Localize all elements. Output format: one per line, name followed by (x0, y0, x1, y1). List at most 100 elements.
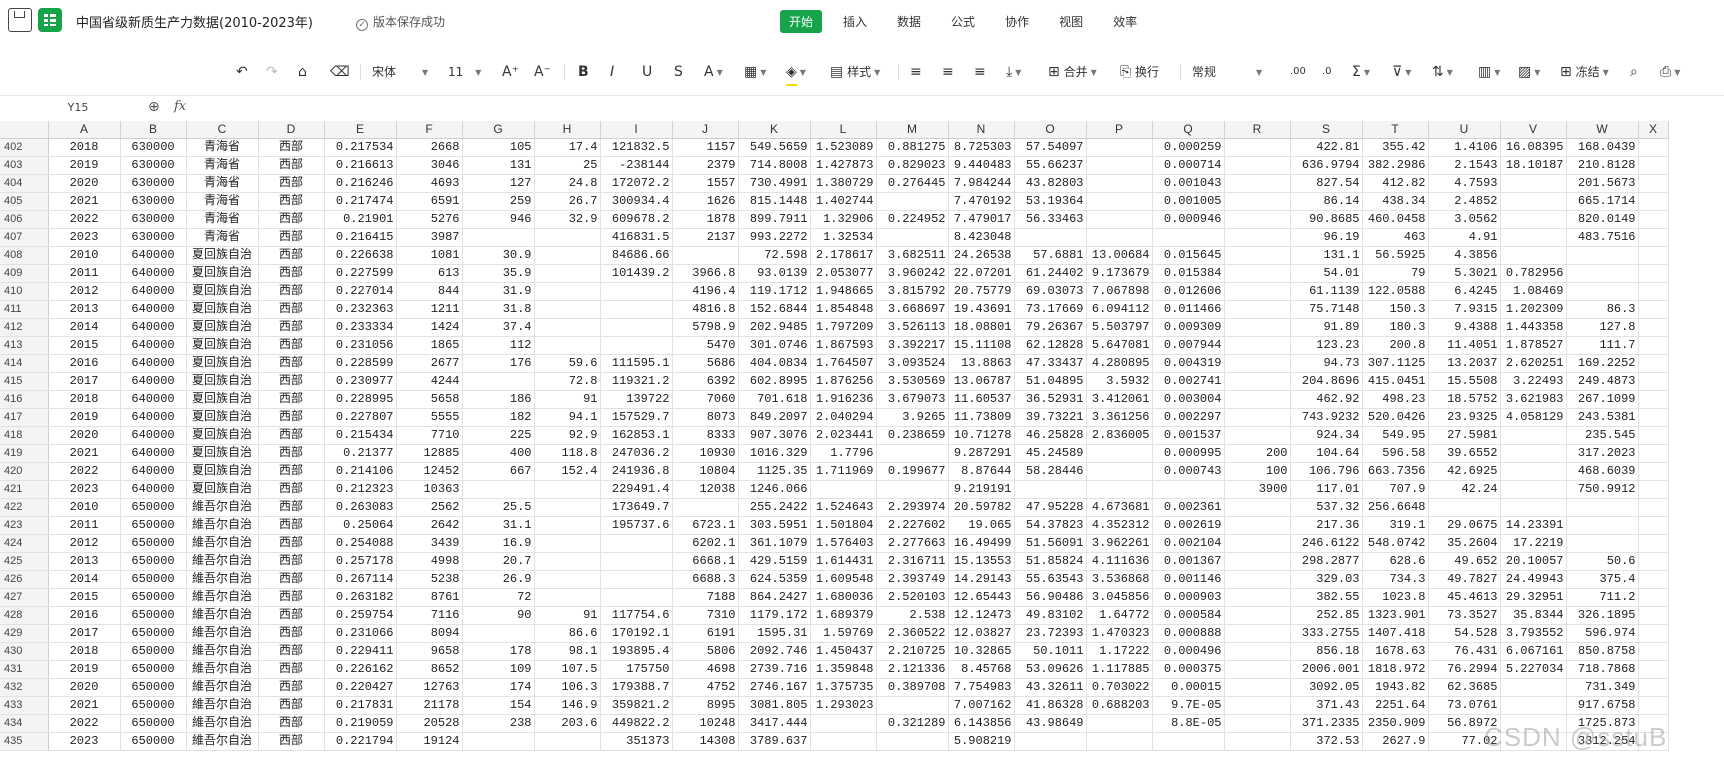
grid-cell[interactable]: 4.280895 (1086, 354, 1153, 373)
grid-cell[interactable]: 55.66237 (1014, 156, 1087, 175)
grid-cell[interactable]: 667 (462, 462, 535, 481)
grid-cell[interactable]: 7.9315 (1428, 300, 1501, 319)
grid-cell[interactable]: 7188 (672, 588, 739, 607)
grid-cell[interactable]: 899.7911 (738, 210, 811, 229)
grid-cell[interactable] (534, 480, 601, 499)
grid-cell[interactable]: 0.214106 (324, 462, 397, 481)
grid-cell[interactable]: 3.536868 (1086, 570, 1153, 589)
column-header[interactable]: A (48, 121, 121, 139)
grid-cell[interactable] (534, 570, 601, 589)
grid-cell[interactable] (876, 444, 949, 463)
grid-cell[interactable]: 640000 (120, 480, 187, 499)
column-header[interactable]: H (534, 121, 601, 139)
grid-cell[interactable]: 18.5752 (1428, 390, 1501, 409)
grid-cell[interactable]: 維吾尔自治 (186, 660, 259, 679)
format-painter-icon[interactable]: ⌂ (298, 60, 307, 84)
grid-cell[interactable] (600, 300, 673, 319)
grid-cell[interactable]: 16.49499 (948, 534, 1015, 553)
grid-cell[interactable]: 255.2422 (738, 498, 811, 517)
grid-cell[interactable]: 西部 (258, 228, 325, 247)
row-header[interactable]: 415 (0, 372, 49, 391)
grid-cell[interactable]: 640000 (120, 264, 187, 283)
redo-icon[interactable]: ↷ (266, 60, 278, 84)
grid-cell[interactable]: 5.647081 (1086, 336, 1153, 355)
grid-cell[interactable] (462, 624, 535, 643)
grid-cell[interactable]: 0.00015 (1152, 678, 1225, 697)
column-header[interactable]: V (1500, 121, 1567, 139)
grid-cell[interactable]: 2019 (48, 156, 121, 175)
grid-cell[interactable]: 609678.2 (600, 210, 673, 229)
row-header[interactable]: 408 (0, 246, 49, 265)
grid-cell[interactable]: 0.000888 (1152, 624, 1225, 643)
grid-cell[interactable]: 1.59769 (810, 624, 877, 643)
grid-cell[interactable]: 2.277663 (876, 534, 949, 553)
grid-cell[interactable]: 2016 (48, 354, 121, 373)
grid-cell[interactable]: 8073 (672, 408, 739, 427)
grid-cell[interactable]: 416831.5 (600, 228, 673, 247)
grid-cell[interactable]: 0.688203 (1086, 696, 1153, 715)
grid-cell[interactable]: 429.5159 (738, 552, 811, 571)
grid-cell[interactable]: 維吾尔自治 (186, 678, 259, 697)
grid-cell[interactable]: 西部 (258, 462, 325, 481)
grid-cell[interactable] (1224, 516, 1291, 535)
grid-cell[interactable] (1566, 516, 1639, 535)
grid-cell[interactable]: 35.8344 (1500, 606, 1567, 625)
grid-cell[interactable]: 301.0746 (738, 336, 811, 355)
grid-cell[interactable]: -238144 (600, 156, 673, 175)
grid-cell[interactable] (1224, 426, 1291, 445)
grid-cell[interactable] (1500, 678, 1567, 697)
grid-cell[interactable]: 20.59782 (948, 498, 1015, 517)
grid-cell[interactable]: 468.6039 (1566, 462, 1639, 481)
grid-cell[interactable]: 1.764507 (810, 354, 877, 373)
grid-cell[interactable]: 640000 (120, 318, 187, 337)
wrap-text-button[interactable]: ⎘ 换行 (1120, 60, 1159, 84)
grid-cell[interactable]: 0.389708 (876, 678, 949, 697)
grid-cell[interactable] (1152, 732, 1225, 751)
grid-cell[interactable]: 47.33437 (1014, 354, 1087, 373)
row-header[interactable]: 426 (0, 570, 49, 589)
grid-cell[interactable] (534, 318, 601, 337)
grid-cell[interactable]: 4816.8 (672, 300, 739, 319)
grid-cell[interactable]: 731.349 (1566, 678, 1639, 697)
grid-cell[interactable]: 3.0562 (1428, 210, 1501, 229)
grid-cell[interactable]: 43.98649 (1014, 714, 1087, 733)
grid-cell[interactable]: 西部 (258, 210, 325, 229)
grid-cell[interactable] (1566, 498, 1639, 517)
grid-cell[interactable]: 701.618 (738, 390, 811, 409)
grid-cell[interactable]: 49.83102 (1014, 606, 1087, 625)
grid-cell[interactable]: 650000 (120, 588, 187, 607)
row-header[interactable]: 402 (0, 138, 49, 157)
column-header[interactable]: P (1086, 121, 1153, 139)
grid-cell[interactable] (1638, 138, 1669, 157)
grid-cell[interactable]: 4.7593 (1428, 174, 1501, 193)
grid-cell[interactable]: 827.54 (1290, 174, 1363, 193)
grid-cell[interactable]: 12.03827 (948, 624, 1015, 643)
grid-cell[interactable]: 650000 (120, 552, 187, 571)
grid-cell[interactable]: 20.7 (462, 552, 535, 571)
grid-cell[interactable]: 8.725303 (948, 138, 1015, 157)
grid-cell[interactable]: 0.000995 (1152, 444, 1225, 463)
grid-cell[interactable]: 91 (534, 390, 601, 409)
grid-cell[interactable]: 326.1895 (1566, 606, 1639, 625)
grid-cell[interactable]: 173649.7 (600, 498, 673, 517)
grid-cell[interactable] (462, 480, 535, 499)
grid-cell[interactable]: 734.3 (1362, 570, 1429, 589)
grid-cell[interactable]: 43.32611 (1014, 678, 1087, 697)
grid-cell[interactable]: 0.221794 (324, 732, 397, 751)
grid-cell[interactable]: 16.08395 (1500, 138, 1567, 157)
grid-cell[interactable] (1638, 210, 1669, 229)
row-header[interactable]: 413 (0, 336, 49, 355)
grid-cell[interactable]: 640000 (120, 282, 187, 301)
grid-cell[interactable]: 241936.8 (600, 462, 673, 481)
grid-cell[interactable]: 11.73809 (948, 408, 1015, 427)
grid-cell[interactable]: 1.680036 (810, 588, 877, 607)
grid-cell[interactable]: 2023 (48, 480, 121, 499)
grid-cell[interactable]: 1.867593 (810, 336, 877, 355)
grid-cell[interactable]: 西部 (258, 138, 325, 157)
grid-cell[interactable] (1500, 462, 1567, 481)
grid-cell[interactable]: 96.19 (1290, 228, 1363, 247)
grid-cell[interactable]: 131.1 (1290, 246, 1363, 265)
grid-cell[interactable]: 152.4 (534, 462, 601, 481)
grid-cell[interactable]: 640000 (120, 390, 187, 409)
grid-cell[interactable]: 4752 (672, 678, 739, 697)
